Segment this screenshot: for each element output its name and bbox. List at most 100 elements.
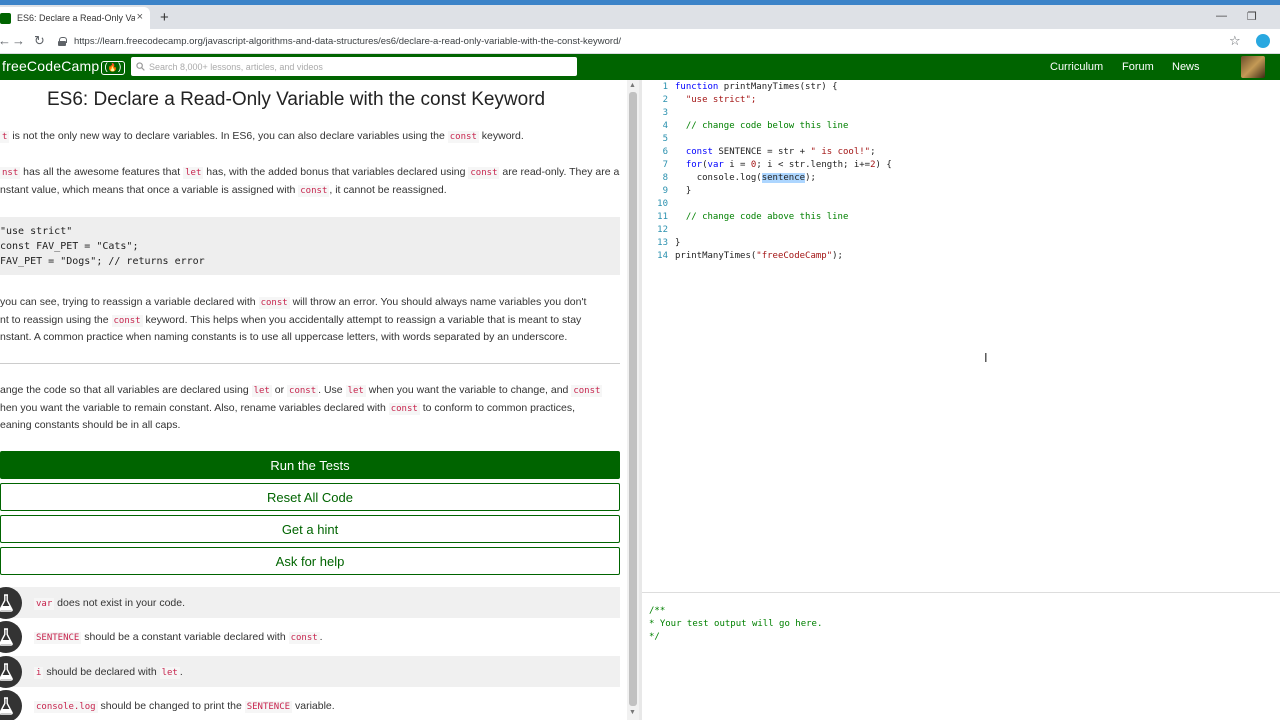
code-line: 5: [642, 133, 675, 146]
paragraph-text: or: [271, 384, 288, 396]
user-avatar[interactable]: [1241, 56, 1265, 78]
code-keyword: for: [685, 160, 703, 170]
line-number: 10: [657, 199, 668, 209]
forward-icon[interactable]: →: [12, 33, 25, 48]
code-line: 9 }: [642, 185, 692, 198]
paragraph-text: hen you want the variable to remain cons…: [0, 402, 389, 414]
code-line: 6 const SENTENCE = str + " is cool!";: [642, 146, 876, 159]
nav-curriculum-link[interactable]: Curriculum: [1050, 61, 1103, 73]
line-number: 5: [662, 134, 668, 144]
test-description: should be changed to print the: [97, 699, 245, 712]
code-line: 7 for(var i = 0; i < str.length; i+=2) {: [642, 159, 892, 172]
reset-code-button[interactable]: Reset All Code: [0, 483, 620, 511]
code-comment: // change code below this line: [685, 121, 849, 131]
test-description: variable.: [292, 699, 335, 712]
close-tab-icon[interactable]: ×: [137, 11, 143, 23]
test-text: i should be declared with let.: [34, 665, 183, 679]
text-cursor-icon: I: [984, 350, 988, 365]
test-description: .: [319, 630, 323, 643]
code-text: printManyTimes(str) {: [718, 82, 838, 92]
flask-icon: [0, 655, 22, 688]
back-icon[interactable]: ←: [0, 33, 11, 48]
code-line: 1 function printManyTimes(str) {: [642, 81, 838, 94]
code-line: 8 console.log(sentence);: [642, 172, 816, 185]
code-text: );: [805, 173, 816, 183]
description-paragraph-3-line-3: nstant. A common practice when naming co…: [0, 331, 568, 343]
url-field[interactable]: https://learn.freecodecamp.org/javascrip…: [58, 32, 1228, 51]
inline-code: const: [111, 315, 143, 327]
flask-icon: [0, 689, 22, 720]
paragraph-text: keyword. This helps when you accidentall…: [142, 314, 582, 326]
inline-code: const: [298, 185, 330, 197]
test-text: SENTENCE should be a constant variable d…: [34, 630, 323, 644]
scroll-up-arrow-icon[interactable]: ▲: [629, 82, 636, 89]
line-number: 3: [662, 108, 668, 118]
inline-code: const: [288, 631, 320, 644]
nav-forum-link[interactable]: Forum: [1122, 61, 1154, 73]
inline-code: const: [258, 297, 290, 309]
restore-icon[interactable]: ❐: [1247, 10, 1257, 23]
new-tab-icon[interactable]: +: [160, 9, 169, 26]
output-divider[interactable]: [642, 592, 1280, 593]
bookmark-star-icon[interactable]: ☆: [1229, 33, 1241, 49]
challenge-scrollbar[interactable]: ▲ ▼: [627, 80, 639, 720]
example-code-block: "use strict" const FAV_PET = "Cats"; FAV…: [0, 217, 620, 275]
search-input[interactable]: Search 8,000+ lessons, articles, and vid…: [131, 57, 577, 76]
test-item: i should be declared with let.: [0, 655, 620, 688]
reload-icon[interactable]: ↻: [34, 33, 45, 49]
line-number: 7: [662, 160, 668, 170]
description-paragraph-2-line-1: nst has all the awesome features that le…: [0, 163, 619, 182]
output-line: */: [649, 632, 660, 642]
search-placeholder: Search 8,000+ lessons, articles, and vid…: [149, 61, 323, 72]
scroll-down-arrow-icon[interactable]: ▼: [629, 709, 636, 716]
run-tests-button[interactable]: Run the Tests: [0, 451, 620, 479]
flask-icon: [0, 620, 22, 653]
paragraph-text: are read-only. They are a: [499, 166, 620, 178]
fcc-favicon-icon: [0, 12, 11, 24]
line-number: 6: [662, 147, 668, 157]
fcc-navbar: freeCodeCamp (🔥) Search 8,000+ lessons, a…: [0, 54, 1280, 80]
ask-help-button[interactable]: Ask for help: [0, 547, 620, 575]
line-number: 2: [662, 95, 668, 105]
test-item: console.log should be changed to print t…: [0, 689, 620, 720]
minimize-icon[interactable]: —: [1216, 10, 1227, 22]
test-item: SENTENCE should be a constant variable d…: [0, 620, 620, 653]
code-keyword: var: [707, 160, 724, 170]
code-text: ) {: [875, 160, 892, 170]
url-text: https://learn.freecodecamp.org/javascrip…: [74, 36, 622, 47]
challenge-title: ES6: Declare a Read-Only Variable with t…: [47, 89, 546, 110]
example-code-line: const FAV_PET = "Cats";: [0, 241, 139, 252]
code-text: ; i < str.length; i+=: [756, 160, 871, 170]
fcc-logo[interactable]: freeCodeCamp (🔥): [2, 58, 125, 75]
line-number: 1: [662, 82, 668, 92]
test-description: .: [179, 665, 183, 678]
nav-news-link[interactable]: News: [1172, 61, 1200, 73]
profile-avatar-icon[interactable]: [1256, 34, 1270, 48]
inline-code: let: [345, 385, 366, 397]
description-paragraph-2-line-2: nstant value, which means that once a va…: [0, 181, 447, 200]
line-number: 9: [662, 186, 668, 196]
inline-code: const: [468, 167, 500, 179]
inline-code: var: [34, 597, 55, 610]
test-output-panel: /** * Your test output will go here. */: [642, 598, 1280, 720]
code-text: }: [685, 186, 692, 196]
instructions-line-3: eaning constants should be in all caps.: [0, 419, 181, 431]
paragraph-text: to conform to common practices,: [419, 402, 576, 414]
inline-code: let: [251, 385, 272, 397]
inline-code: console.log: [34, 700, 98, 713]
code-editor[interactable]: 1 function printManyTimes(str) { 2 "use s…: [642, 80, 1280, 592]
scrollbar-thumb[interactable]: [629, 92, 637, 706]
get-hint-button[interactable]: Get a hint: [0, 515, 620, 543]
selected-text: sentence: [761, 173, 806, 183]
paragraph-text: nt to reassign using the: [0, 314, 112, 326]
flask-icon: [0, 586, 22, 619]
paragraph-text: , it cannot be reassigned.: [329, 184, 447, 196]
inline-code: let: [183, 167, 204, 179]
browser-tab[interactable]: ES6: Declare a Read-Only Variable with t…: [0, 7, 150, 29]
code-text: );: [832, 251, 843, 261]
paragraph-text: will throw an error. You should always n…: [289, 296, 587, 308]
logo-text: freeCodeCamp: [2, 58, 100, 74]
inline-code: i: [34, 666, 44, 679]
code-line: 10: [642, 198, 675, 211]
inline-code: SENTENCE: [34, 631, 82, 644]
